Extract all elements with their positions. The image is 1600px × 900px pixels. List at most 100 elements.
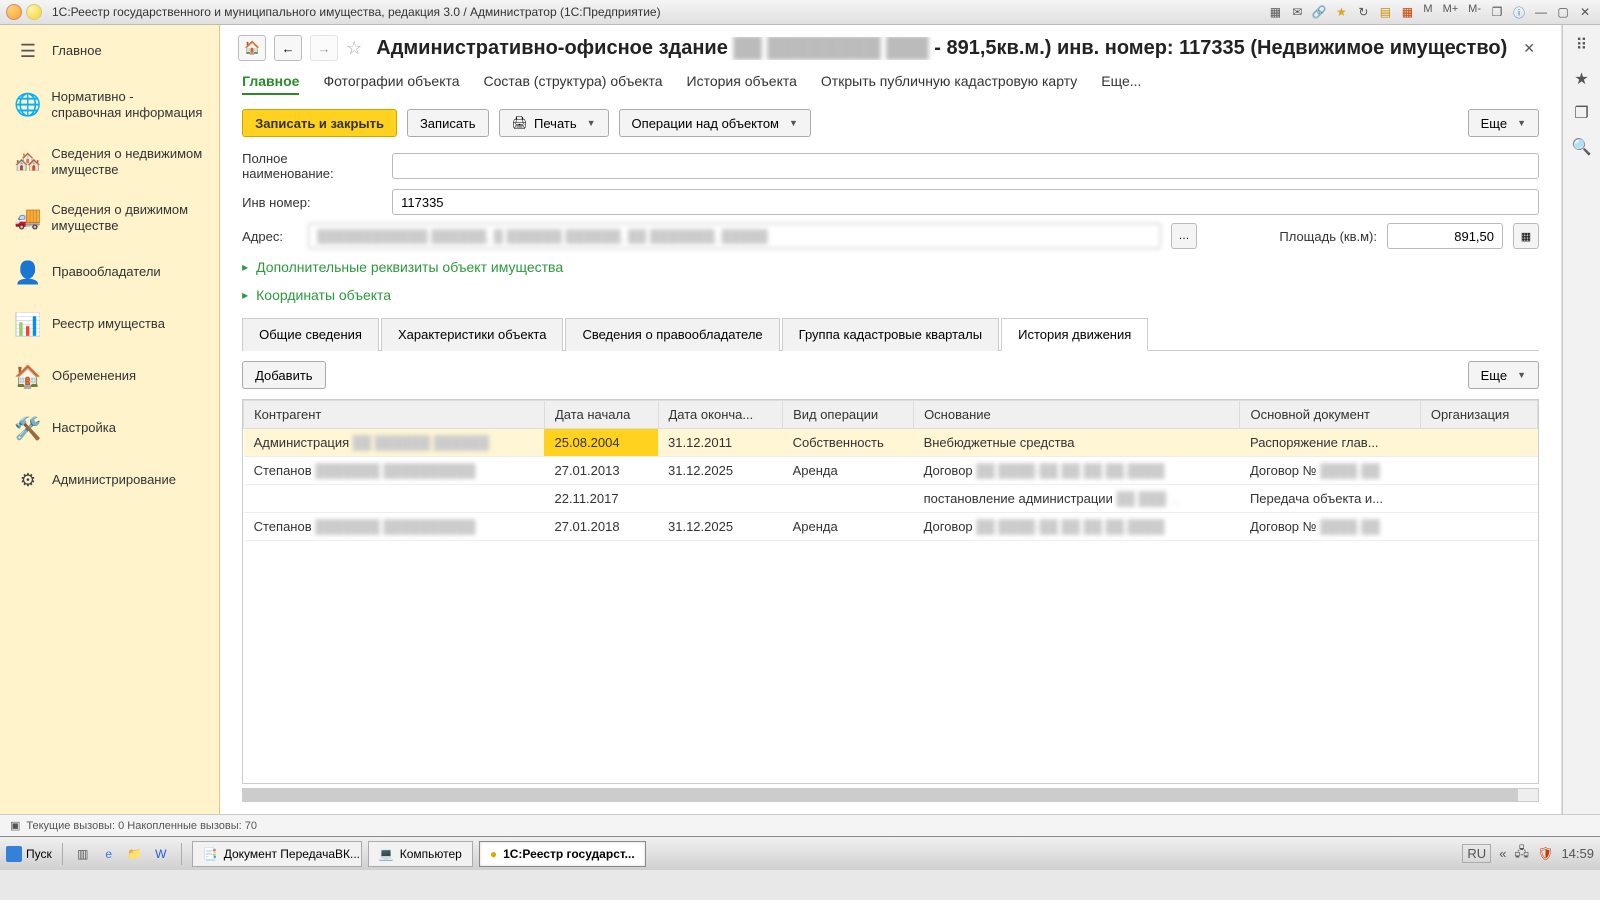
quick-word-icon[interactable]: W — [151, 844, 171, 864]
sidebar-item-admin[interactable]: ⚙ Администрирование — [0, 455, 219, 507]
sidebar-item-owners[interactable]: 👤 Правообладатели — [0, 247, 219, 299]
dtab-owner[interactable]: Сведения о правообладателе — [565, 318, 779, 351]
m-plus-button[interactable]: M+ — [1440, 3, 1462, 21]
grid[interactable]: КонтрагентДата началаДата оконча...Вид о… — [242, 399, 1539, 784]
sidebar-label: Правообладатели — [52, 264, 161, 280]
calc-icon[interactable]: ▤ — [1376, 3, 1394, 21]
sidebar-item-main[interactable]: ☰ Главное — [0, 25, 219, 77]
star-icon[interactable]: ☆ — [346, 38, 362, 59]
ops-button[interactable]: Операции над объектом▼ — [619, 109, 811, 137]
column-header[interactable]: Основание — [914, 401, 1240, 429]
quick-desktop-icon[interactable]: ▥ — [73, 844, 93, 864]
forward-button[interactable]: → — [310, 35, 338, 61]
addr-input[interactable] — [308, 223, 1161, 249]
sidebar-item-settings[interactable]: 🛠️ Настройка — [0, 403, 219, 455]
truck-icon: 🚚 — [14, 204, 41, 232]
sidebar-item-encumb[interactable]: 🏠 Обременения — [0, 351, 219, 403]
column-header[interactable]: Дата начала — [544, 401, 658, 429]
apps-icon[interactable]: ⠿ — [1576, 35, 1588, 55]
info-icon[interactable]: ⓘ — [1510, 3, 1528, 21]
back-button[interactable]: ← — [274, 35, 302, 61]
chevron-down-icon: ▼ — [587, 118, 596, 128]
command-tabs: Главное Фотографии объекта Состав (струк… — [220, 67, 1561, 105]
quick-ie-icon[interactable]: e — [99, 844, 119, 864]
ctab-struct[interactable]: Состав (структура) объекта — [484, 73, 663, 95]
dtab-general[interactable]: Общие сведения — [242, 318, 379, 351]
addr-label: Адрес: — [242, 229, 298, 244]
m-minus-button[interactable]: M- — [1465, 3, 1484, 21]
area-input[interactable] — [1387, 223, 1503, 249]
ctab-map[interactable]: Открыть публичную кадастровую карту — [821, 73, 1077, 95]
titlebar: 1С:Реестр государственного и муниципальн… — [0, 0, 1600, 25]
minimize-icon[interactable]: — — [1532, 3, 1550, 21]
person-icon: 👤 — [14, 259, 42, 287]
sidebar-label: Настройка — [52, 420, 116, 436]
ctab-more[interactable]: Еще... — [1101, 73, 1141, 95]
sidebar-label: Обременения — [52, 368, 136, 384]
full-name-input[interactable] — [392, 153, 1539, 179]
dtab-cadastre[interactable]: Группа кадастровые кварталы — [782, 318, 999, 351]
sidebar-label: Реестр имущества — [52, 316, 165, 332]
table-row[interactable]: Администрация ██ ██████ ██████25.08.2004… — [244, 429, 1538, 457]
quick-explorer-icon[interactable]: 📁 — [125, 844, 145, 864]
toolbar-icon-3[interactable]: 🔗 — [1310, 3, 1328, 21]
more-button[interactable]: Еще▼ — [1468, 109, 1539, 137]
dtab-chars[interactable]: Характеристики объекта — [381, 318, 563, 351]
table-row[interactable]: Степанов ███████ ██████████27.01.201831.… — [244, 513, 1538, 541]
ctab-history[interactable]: История объекта — [687, 73, 797, 95]
area-label: Площадь (кв.м): — [1237, 229, 1377, 244]
write-button[interactable]: Записать — [407, 109, 489, 137]
sidebar-item-movable[interactable]: 🚚 Сведения о движимом имуществе — [0, 190, 219, 247]
toolbar-icon-1[interactable]: ▦ — [1266, 3, 1284, 21]
star-icon[interactable]: ★ — [1574, 69, 1588, 89]
lang-indicator[interactable]: RU — [1462, 844, 1491, 863]
task-1c[interactable]: ●1С:Реестр государст... — [479, 841, 646, 867]
dtab-movement[interactable]: История движения — [1001, 318, 1148, 351]
tray-expand-icon[interactable]: « — [1499, 846, 1506, 861]
sidebar-label: Главное — [52, 43, 102, 59]
close-form-icon[interactable]: ✕ — [1515, 36, 1543, 61]
area-calc-button[interactable]: ▦ — [1513, 223, 1539, 249]
expander-attrs[interactable]: ▸ Дополнительные реквизиты объект имущес… — [220, 253, 1561, 281]
windows-icon[interactable]: ❐ — [1488, 3, 1506, 21]
table-row[interactable]: 22.11.2017постановление администрации ██… — [244, 485, 1538, 513]
horizontal-scrollbar[interactable] — [242, 788, 1539, 802]
favorite-icon[interactable]: ★ — [1332, 3, 1350, 21]
write-close-button[interactable]: Записать и закрыть — [242, 109, 397, 137]
task-computer[interactable]: 💻Компьютер — [368, 841, 473, 867]
table-row[interactable]: Степанов ███████ ██████████27.01.201331.… — [244, 457, 1538, 485]
task-document[interactable]: 📑Документ ПередачаВК... — [192, 841, 362, 867]
houses-icon: 🏘️ — [14, 148, 41, 176]
column-header[interactable]: Контрагент — [244, 401, 545, 429]
start-button[interactable]: Пуск — [6, 846, 52, 862]
sidebar-item-ref[interactable]: 🌐 Нормативно - справочная информация — [0, 77, 219, 134]
calendar-icon[interactable]: ▦ — [1398, 3, 1416, 21]
print-button[interactable]: 🖨Печать▼ — [499, 109, 609, 137]
ctab-main[interactable]: Главное — [242, 73, 299, 95]
chevron-down-icon: ▼ — [1517, 370, 1526, 380]
history-icon[interactable]: ↻ — [1354, 3, 1372, 21]
clock[interactable]: 14:59 — [1561, 846, 1594, 861]
sidebar-item-realestate[interactable]: 🏘️ Сведения о недвижимом имуществе — [0, 134, 219, 191]
addr-select-button[interactable]: … — [1171, 223, 1197, 249]
sidebar-item-registry[interactable]: 📊 Реестр имущества — [0, 299, 219, 351]
maximize-icon[interactable]: ▢ — [1554, 3, 1572, 21]
tray-shield-icon[interactable]: 🛡 — [1537, 846, 1554, 862]
add-button[interactable]: Добавить — [242, 361, 325, 389]
home-button[interactable]: 🏠 — [238, 35, 266, 61]
column-header[interactable]: Вид операции — [783, 401, 914, 429]
column-header[interactable]: Основной документ — [1240, 401, 1420, 429]
copy-icon[interactable]: ❐ — [1574, 103, 1588, 123]
close-icon[interactable]: ✕ — [1576, 3, 1594, 21]
tray-network-icon[interactable]: 🖧 — [1514, 843, 1529, 865]
ctab-photos[interactable]: Фотографии объекта — [323, 73, 459, 95]
column-header[interactable]: Дата оконча... — [658, 401, 783, 429]
column-header[interactable]: Организация — [1420, 401, 1537, 429]
dropdown-icon[interactable] — [26, 4, 42, 20]
grid-more-button[interactable]: Еще▼ — [1468, 361, 1539, 389]
m-button[interactable]: M — [1420, 3, 1435, 21]
toolbar-icon-2[interactable]: ✉ — [1288, 3, 1306, 21]
search-icon[interactable]: 🔍 — [1572, 137, 1592, 157]
expander-coords[interactable]: ▸ Координаты объекта — [220, 281, 1561, 309]
inv-input[interactable] — [392, 189, 1539, 215]
